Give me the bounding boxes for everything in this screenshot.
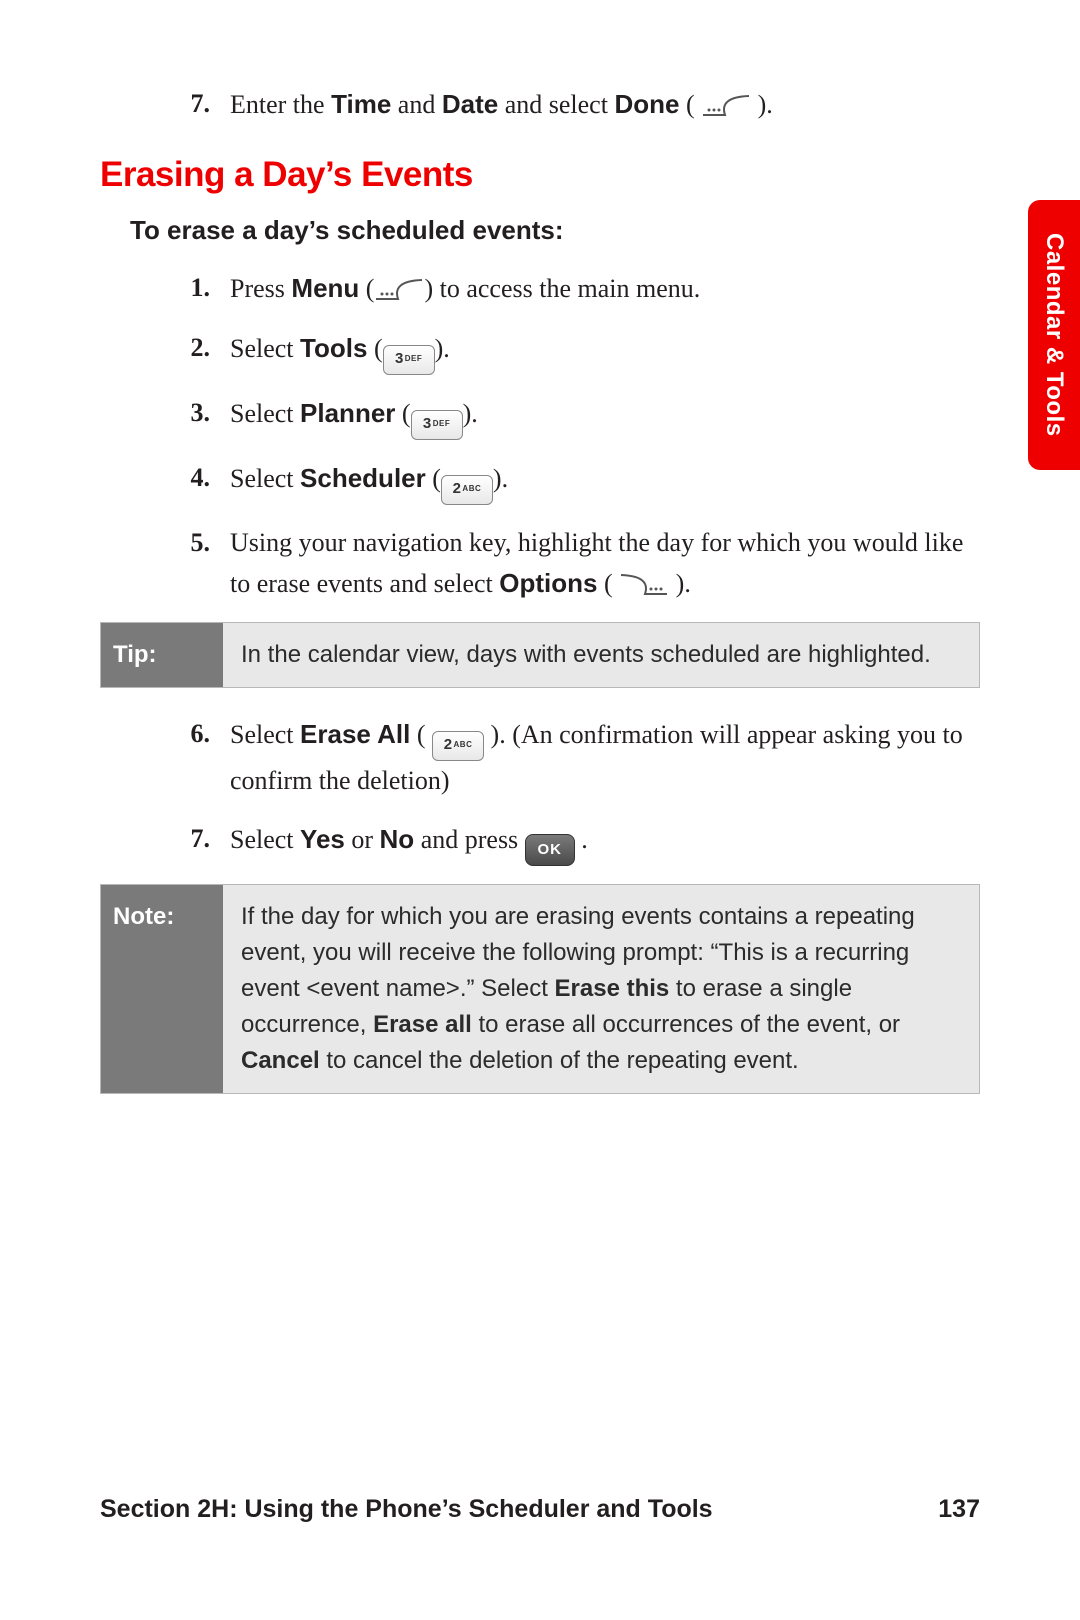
footer-section: Section 2H: Using the Phone’s Scheduler … xyxy=(100,1495,713,1524)
note-callout: Note: If the day for which you are erasi… xyxy=(100,884,980,1094)
softkey-left-dots-icon xyxy=(374,273,424,297)
step-body: Using your navigation key, highlight the… xyxy=(230,523,980,605)
list-item: 4. Select Scheduler (2ABC). xyxy=(170,458,980,505)
note-text: If the day for which you are erasing eve… xyxy=(223,885,979,1093)
step-body: Press Menu ( ) to access the main menu. xyxy=(230,268,980,309)
list-item: 7. Select Yes or No and press OK . xyxy=(170,819,980,866)
step-number: 5. xyxy=(170,523,230,563)
tip-text: In the calendar view, days with events s… xyxy=(223,623,979,687)
list-item: 1. Press Menu ( ) to access the main men… xyxy=(170,268,980,309)
step-body: Select Scheduler (2ABC). xyxy=(230,458,980,505)
list-item: 7. Enter the Time and Date and select Do… xyxy=(170,84,980,125)
softkey-left-dots-icon xyxy=(701,89,751,113)
section-heading: Erasing a Day’s Events xyxy=(100,155,980,195)
side-tab-label: Calendar & Tools xyxy=(1040,233,1068,437)
step-body: Select Erase All ( 2ABC ). (An confirmat… xyxy=(230,714,980,801)
list-item: 3. Select Planner (3DEF). xyxy=(170,393,980,440)
key-two-icon: 2ABC xyxy=(441,475,493,505)
step-body: Select Tools (3DEF). xyxy=(230,328,980,375)
side-tab-calendar-tools: Calendar & Tools xyxy=(1028,200,1080,470)
step-number: 3. xyxy=(170,393,230,433)
step-body: Select Planner (3DEF). xyxy=(230,393,980,440)
lead-text: To erase a day’s scheduled events: xyxy=(130,215,980,246)
step-body: Enter the Time and Date and select Done … xyxy=(230,84,980,125)
page: Calendar & Tools 7. Enter the Time and D… xyxy=(0,0,1080,1620)
step-number: 6. xyxy=(170,714,230,754)
ok-key-icon: OK xyxy=(525,834,575,866)
step-number: 2. xyxy=(170,328,230,368)
page-content: 7. Enter the Time and Date and select Do… xyxy=(100,84,980,1094)
list-item: 5. Using your navigation key, highlight … xyxy=(170,523,980,605)
page-number: 137 xyxy=(938,1495,980,1524)
step-number: 7. xyxy=(170,84,230,124)
list-item: 2. Select Tools (3DEF). xyxy=(170,328,980,375)
step-number: 7. xyxy=(170,819,230,859)
tip-label: Tip: xyxy=(101,623,223,687)
note-label: Note: xyxy=(101,885,223,1093)
key-three-icon: 3DEF xyxy=(383,345,435,375)
page-footer: Section 2H: Using the Phone’s Scheduler … xyxy=(100,1495,980,1524)
step-number: 4. xyxy=(170,458,230,498)
key-2abc-icon: 2ABC xyxy=(432,731,484,761)
key-three-icon: 3DEF xyxy=(411,410,463,440)
step-number: 1. xyxy=(170,268,230,308)
step-body: Select Yes or No and press OK . xyxy=(230,819,980,866)
list-item: 6. Select Erase All ( 2ABC ). (An confir… xyxy=(170,714,980,801)
softkey-right-dots-icon xyxy=(619,568,669,592)
tip-callout: Tip: In the calendar view, days with eve… xyxy=(100,622,980,688)
